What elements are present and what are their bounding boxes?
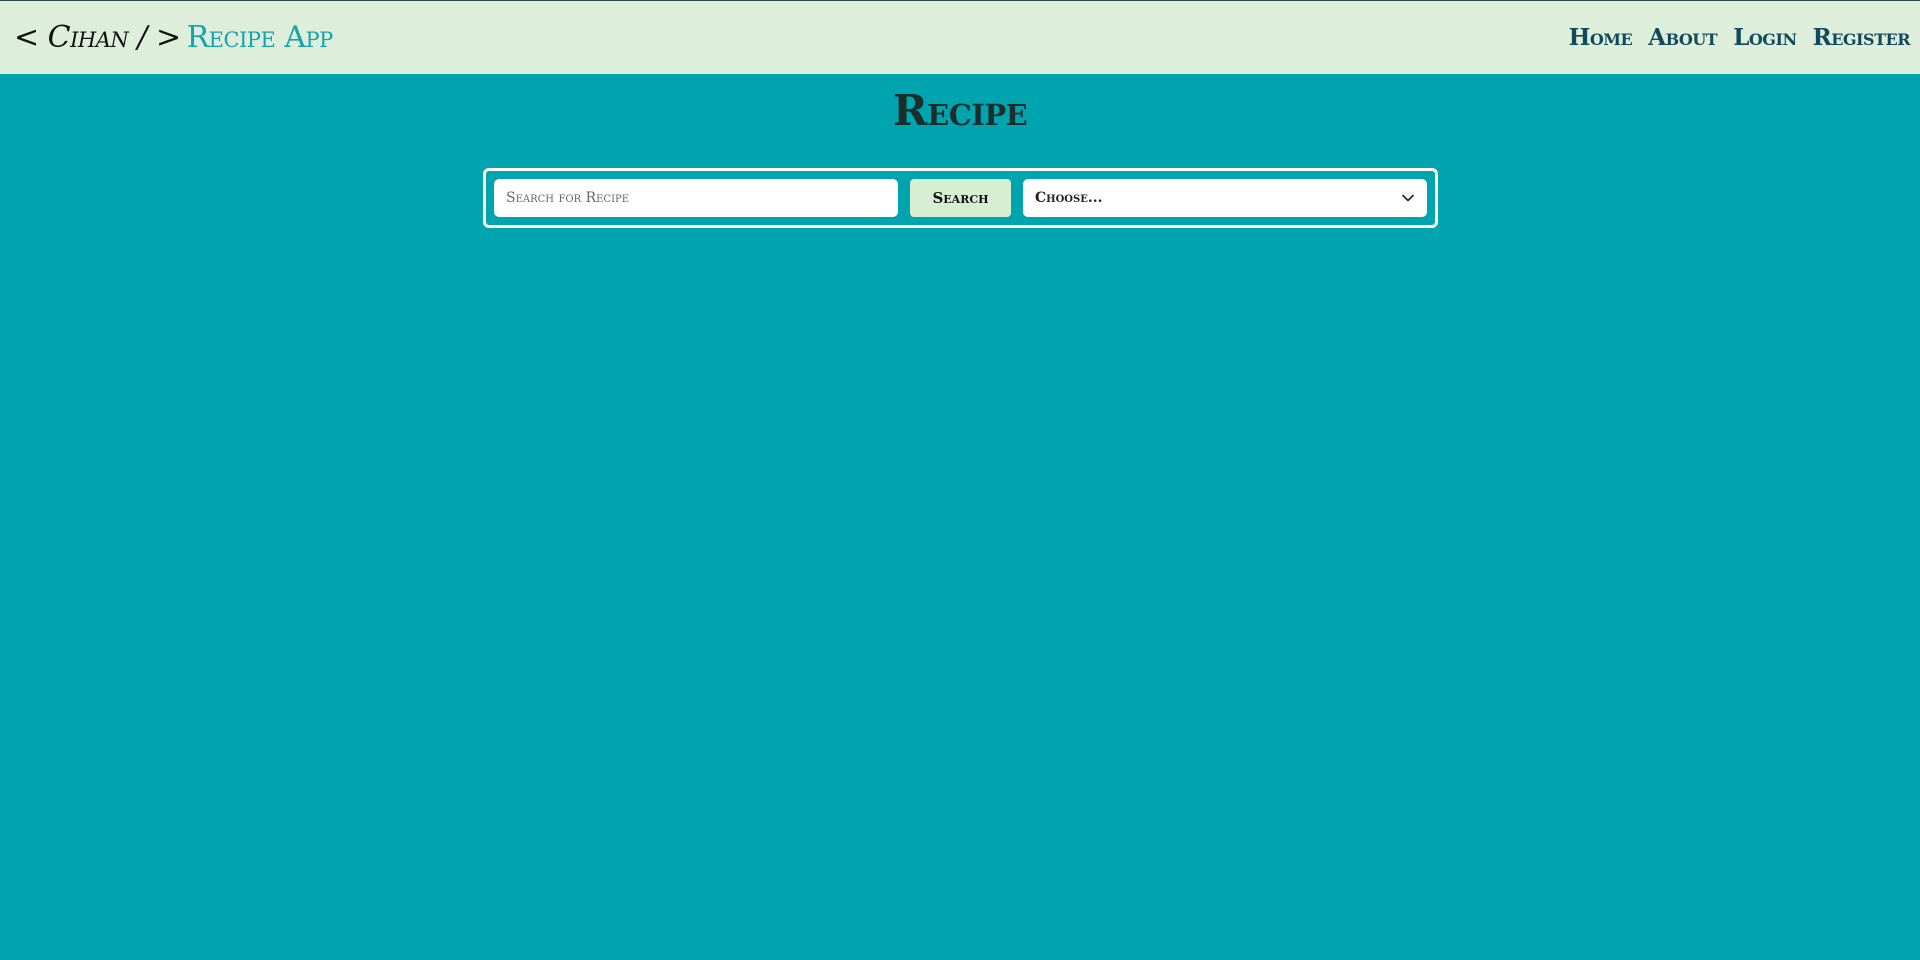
nav-link-home[interactable]: Home — [1569, 24, 1633, 51]
nav-links: Home About Login Register — [1569, 24, 1920, 51]
search-button[interactable]: Search — [910, 179, 1011, 217]
category-select[interactable]: Choose... — [1023, 179, 1427, 217]
brand[interactable]: < Cihan / > Recipe App — [0, 20, 333, 55]
brand-app-name: Recipe App — [186, 20, 334, 55]
navbar: < Cihan / > Recipe App Home About Login … — [0, 0, 1920, 74]
page-title: Recipe — [892, 86, 1028, 135]
nav-link-about[interactable]: About — [1648, 24, 1717, 51]
brand-owner: < Cihan / > — [14, 20, 181, 55]
chevron-down-icon — [1401, 191, 1415, 205]
select-value: Choose... — [1035, 190, 1103, 206]
search-input[interactable] — [494, 179, 898, 217]
nav-link-login[interactable]: Login — [1733, 24, 1797, 51]
nav-link-register[interactable]: Register — [1813, 24, 1911, 51]
search-form: Search Choose... — [483, 168, 1438, 228]
